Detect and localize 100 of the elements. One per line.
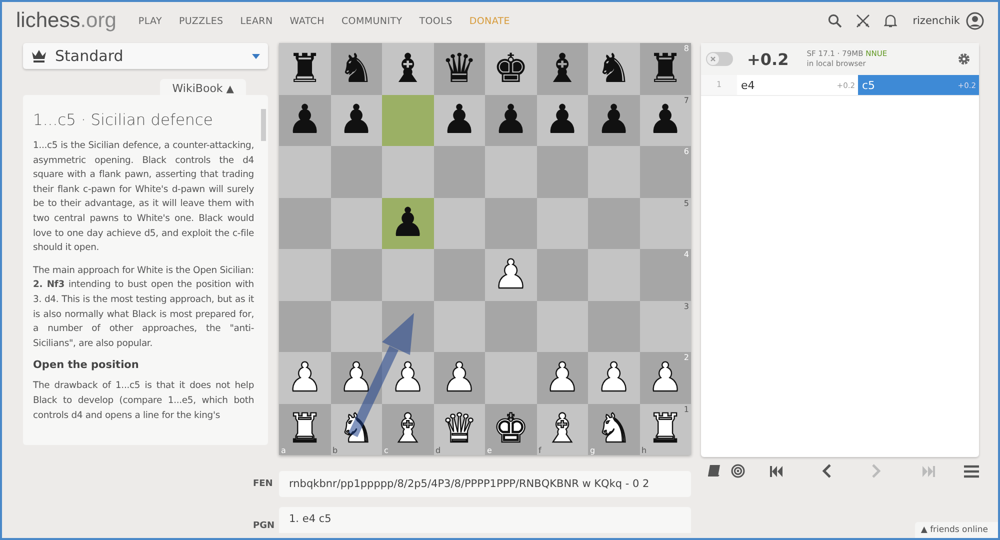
board-square[interactable]: ♝ [536, 43, 588, 94]
board-square[interactable] [279, 300, 330, 352]
board-square[interactable] [434, 198, 485, 249]
previous-move-button[interactable] [821, 463, 831, 479]
variant-select[interactable]: Standard [23, 43, 268, 69]
nav-link[interactable]: PUZZLES [179, 16, 224, 26]
board-square[interactable]: ♟ [434, 94, 485, 146]
chess-piece[interactable]: ♟ [544, 358, 580, 398]
board-square[interactable] [434, 249, 485, 300]
board-square[interactable]: ♟ [279, 94, 330, 146]
nav-link[interactable]: PLAY [138, 16, 162, 26]
nav-link[interactable]: COMMUNITY [341, 16, 402, 26]
board-square[interactable]: ♚ [485, 43, 536, 94]
board-square[interactable] [485, 352, 536, 404]
board-square[interactable] [279, 146, 330, 198]
chess-piece[interactable]: ♟ [647, 100, 684, 140]
board-square[interactable]: ♟ [330, 94, 382, 146]
board-square[interactable] [434, 300, 485, 352]
caret-icon [252, 54, 260, 58]
board-square[interactable] [536, 249, 588, 300]
nav-link[interactable]: LEARN [240, 16, 273, 26]
friends-online-button[interactable]: ▲ friends online [914, 522, 998, 538]
first-move-button[interactable] [769, 463, 783, 479]
chess-piece[interactable]: ♟ [338, 358, 374, 398]
opening-book-button[interactable] [707, 463, 721, 479]
pgn-field[interactable]: 1. e4 c5 [279, 507, 691, 533]
board-square[interactable] [382, 249, 434, 300]
board-square[interactable]: ♟ [434, 352, 485, 404]
board-square[interactable]: 4 [640, 249, 691, 300]
engine-toggle[interactable] [706, 52, 733, 66]
chess-piece[interactable]: ♜ [647, 48, 684, 89]
board-square[interactable] [588, 300, 640, 352]
board-square[interactable] [382, 300, 434, 352]
chess-piece[interactable]: ♞ [338, 48, 374, 89]
board-square[interactable] [330, 300, 382, 352]
board-square[interactable]: ♞ [330, 43, 382, 94]
site-logo[interactable]: lichess.org [16, 9, 116, 33]
chess-piece[interactable]: ♟ [544, 100, 580, 140]
search-icon[interactable] [828, 14, 842, 28]
board-square[interactable] [382, 146, 434, 198]
board-square[interactable] [279, 249, 330, 300]
chess-piece[interactable]: ♟ [492, 100, 529, 140]
move-number: 1 [701, 75, 737, 95]
board-square[interactable]: ♟ [536, 94, 588, 146]
chess-piece[interactable]: ♟ [647, 358, 684, 398]
board-square[interactable]: 6 [640, 146, 691, 198]
board-square[interactable] [588, 146, 640, 198]
chess-piece[interactable]: ♟ [286, 100, 323, 140]
chess-piece[interactable]: ♚ [492, 48, 529, 89]
board-square[interactable]: ♟ [382, 198, 434, 249]
board-square[interactable] [588, 198, 640, 249]
user-avatar-icon[interactable] [966, 12, 984, 30]
board-square[interactable]: 5 [640, 198, 691, 249]
nav-link[interactable]: WATCH [290, 16, 324, 26]
chess-piece[interactable]: ♞ [596, 409, 632, 450]
practice-button[interactable] [731, 463, 745, 479]
bell-icon[interactable] [884, 14, 897, 28]
menu-button[interactable] [963, 463, 979, 479]
board-square[interactable]: ♞ [588, 43, 640, 94]
board-square[interactable] [279, 198, 330, 249]
board-square[interactable] [330, 198, 382, 249]
board-square[interactable]: ♟ [330, 352, 382, 404]
crossed-swords-icon[interactable] [856, 14, 870, 28]
chess-piece[interactable]: ♟ [441, 358, 478, 398]
board-square[interactable]: 3 [640, 300, 691, 352]
chess-piece[interactable]: ♜ [286, 48, 323, 89]
board-square[interactable] [485, 300, 536, 352]
wikibook-tab[interactable]: WikiBook ▲ [160, 79, 246, 95]
board-square[interactable] [434, 146, 485, 198]
chess-piece[interactable]: ♟ [338, 100, 374, 140]
board-square[interactable] [536, 198, 588, 249]
chess-piece[interactable]: ♝ [390, 409, 426, 450]
board-square[interactable] [330, 146, 382, 198]
settings-icon[interactable] [957, 52, 971, 66]
board-square[interactable] [485, 146, 536, 198]
chess-piece[interactable]: ♛ [441, 48, 478, 89]
chess-piece[interactable]: ♟ [596, 100, 632, 140]
fen-field[interactable]: rnbqkbnr/pp1ppppp/8/2p5/4P3/8/PPPP1PPP/RNBQKBNR w KQkq - 0 2 [279, 471, 691, 497]
chess-piece[interactable]: ♜ [286, 409, 323, 450]
board-square[interactable] [536, 300, 588, 352]
board-square[interactable] [330, 249, 382, 300]
board-square[interactable]: ♟ [536, 352, 588, 404]
board-square[interactable]: ♟ [588, 94, 640, 146]
username-link[interactable]: rizenchik [912, 15, 960, 27]
board-square[interactable]: ♝ [382, 43, 434, 94]
board-square[interactable]: ♜ [279, 43, 330, 94]
chess-piece[interactable]: ♟ [390, 203, 426, 244]
board-square[interactable]: ♟ [485, 94, 536, 146]
scrollbar-thumb[interactable] [261, 109, 266, 141]
chess-piece[interactable]: ♝ [390, 48, 426, 89]
board-square[interactable] [588, 249, 640, 300]
nav-link[interactable]: TOOLS [419, 16, 452, 26]
file-label: f [538, 446, 542, 455]
chess-piece[interactable]: ♝ [544, 48, 580, 89]
chess-piece[interactable]: ♟ [441, 100, 478, 140]
board-square[interactable]: ♛ [434, 43, 485, 94]
chess-piece[interactable]: ♞ [596, 48, 632, 89]
board-square[interactable] [485, 198, 536, 249]
board-square[interactable] [382, 94, 434, 146]
board-square[interactable] [536, 146, 588, 198]
